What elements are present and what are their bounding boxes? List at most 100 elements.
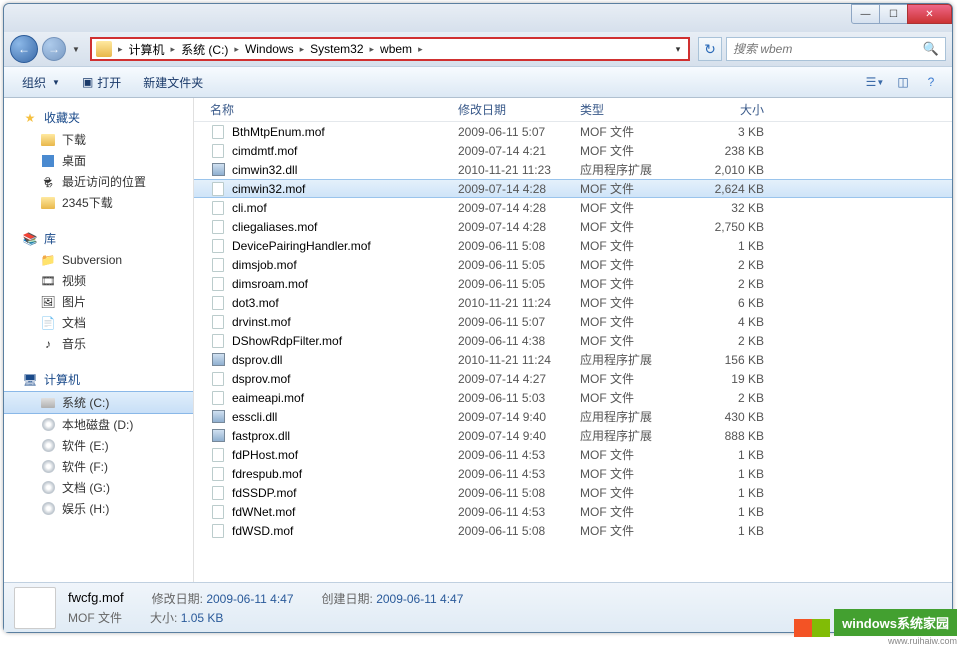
new-folder-button[interactable]: 新建文件夹 [133, 70, 213, 95]
file-row[interactable]: DShowRdpFilter.mof2009-06-11 4:38MOF 文件2… [194, 331, 952, 350]
close-button[interactable]: ✕ [907, 4, 952, 24]
sidebar-item-subversion[interactable]: 📁Subversion [4, 250, 193, 270]
file-icon [210, 390, 226, 406]
file-icon [210, 485, 226, 501]
sidebar-item-drive-g[interactable]: 文档 (G:) [4, 477, 193, 498]
address-dropdown-icon[interactable]: ▾ [670, 44, 686, 55]
file-row[interactable]: dimsroam.mof2009-06-11 5:05MOF 文件2 KB [194, 274, 952, 293]
file-date: 2009-07-14 4:28 [458, 182, 580, 196]
column-name[interactable]: 名称 [210, 101, 458, 118]
folder-icon [40, 195, 56, 211]
organize-button[interactable]: 组织▼ [12, 70, 70, 95]
search-icon[interactable]: 🔍 [923, 41, 939, 57]
crumb-c[interactable]: 系统 (C:) [177, 41, 232, 58]
sidebar-item-2345[interactable]: 2345下载 [4, 192, 193, 213]
sidebar-item-drive-c[interactable]: 系统 (C:) [4, 391, 193, 414]
file-row[interactable]: fdWSD.mof2009-06-11 5:08MOF 文件1 KB [194, 521, 952, 540]
view-options-button[interactable]: ☰ ▼ [862, 71, 888, 93]
address-bar[interactable]: ▸ 计算机 ▸ 系统 (C:) ▸ Windows ▸ System32 ▸ w… [90, 37, 690, 61]
crumb-sep-icon[interactable]: ▸ [116, 44, 125, 55]
file-row[interactable]: cimwin32.dll2010-11-21 11:23应用程序扩展2,010 … [194, 160, 952, 179]
file-icon [210, 181, 226, 197]
file-type: MOF 文件 [580, 142, 698, 159]
sidebar-item-desktop[interactable]: 桌面 [4, 150, 193, 171]
crumb-sep-icon[interactable]: ▸ [416, 44, 425, 55]
search-input[interactable] [733, 42, 923, 56]
nav-forward-button[interactable]: → [42, 37, 66, 61]
sidebar-item-recent[interactable]: 🕏最近访问的位置 [4, 171, 193, 192]
crumb-computer[interactable]: 计算机 [125, 41, 169, 58]
file-size: 430 KB [698, 410, 776, 424]
file-name: eaimeapi.mof [232, 391, 458, 405]
sidebar-item-videos[interactable]: 🎞视频 [4, 270, 193, 291]
sidebar-favorites-header[interactable]: ★收藏夹 [4, 106, 193, 129]
column-type[interactable]: 类型 [580, 101, 698, 118]
dll-icon [210, 428, 226, 444]
maximize-button[interactable]: ☐ [879, 4, 908, 24]
crumb-sep-icon[interactable]: ▸ [169, 44, 178, 55]
file-row[interactable]: cliegaliases.mof2009-07-14 4:28MOF 文件2,7… [194, 217, 952, 236]
sidebar-computer-header[interactable]: 🖥计算机 [4, 368, 193, 391]
crumb-sep-icon[interactable]: ▸ [232, 44, 241, 55]
preview-pane-button[interactable]: ◫ [890, 71, 916, 93]
sidebar-item-drive-h[interactable]: 娱乐 (H:) [4, 498, 193, 519]
file-date: 2009-07-14 4:28 [458, 220, 580, 234]
minimize-button[interactable]: — [851, 4, 880, 24]
file-row[interactable]: dimsjob.mof2009-06-11 5:05MOF 文件2 KB [194, 255, 952, 274]
sidebar-item-music[interactable]: ♪音乐 [4, 333, 193, 354]
details-filename: fwcfg.mof [68, 590, 124, 607]
file-row[interactable]: fdrespub.mof2009-06-11 4:53MOF 文件1 KB [194, 464, 952, 483]
file-row[interactable]: fdWNet.mof2009-06-11 4:53MOF 文件1 KB [194, 502, 952, 521]
file-type: 应用程序扩展 [580, 351, 698, 368]
file-name: DevicePairingHandler.mof [232, 239, 458, 253]
nav-history-dropdown[interactable]: ▼ [70, 39, 82, 59]
file-date: 2009-06-11 5:08 [458, 524, 580, 538]
sidebar-item-drive-d[interactable]: 本地磁盘 (D:) [4, 414, 193, 435]
file-size: 1 KB [698, 524, 776, 538]
sidebar-item-downloads[interactable]: 下载 [4, 129, 193, 150]
file-row[interactable]: fastprox.dll2009-07-14 9:40应用程序扩展888 KB [194, 426, 952, 445]
file-row[interactable]: drvinst.mof2009-06-11 5:07MOF 文件4 KB [194, 312, 952, 331]
file-row[interactable]: fdPHost.mof2009-06-11 4:53MOF 文件1 KB [194, 445, 952, 464]
file-row[interactable]: dot3.mof2010-11-21 11:24MOF 文件6 KB [194, 293, 952, 312]
sidebar-libraries-header[interactable]: 📚库 [4, 227, 193, 250]
drive-icon [40, 395, 56, 411]
file-row[interactable]: BthMtpEnum.mof2009-06-11 5:07MOF 文件3 KB [194, 122, 952, 141]
file-row[interactable]: cimwin32.mof2009-07-14 4:28MOF 文件2,624 K… [194, 179, 952, 198]
file-size: 2 KB [698, 334, 776, 348]
help-button[interactable]: ? [918, 71, 944, 93]
refresh-button[interactable]: ↻ [698, 37, 722, 61]
file-type: MOF 文件 [580, 370, 698, 387]
file-name: cimwin32.dll [232, 163, 458, 177]
file-row[interactable]: fdSSDP.mof2009-06-11 5:08MOF 文件1 KB [194, 483, 952, 502]
sidebar-item-documents[interactable]: 📄文档 [4, 312, 193, 333]
file-row[interactable]: esscli.dll2009-07-14 9:40应用程序扩展430 KB [194, 407, 952, 426]
dll-icon [210, 409, 226, 425]
file-type: MOF 文件 [580, 332, 698, 349]
column-size[interactable]: 大小 [698, 101, 776, 118]
star-icon: ★ [22, 110, 38, 126]
search-box[interactable]: 🔍 [726, 37, 946, 61]
column-date[interactable]: 修改日期 [458, 101, 580, 118]
file-name: cimwin32.mof [232, 182, 458, 196]
file-name: dimsjob.mof [232, 258, 458, 272]
crumb-windows[interactable]: Windows [241, 42, 298, 56]
file-row[interactable]: cli.mof2009-07-14 4:28MOF 文件32 KB [194, 198, 952, 217]
file-row[interactable]: dsprov.dll2010-11-21 11:24应用程序扩展156 KB [194, 350, 952, 369]
file-row[interactable]: dsprov.mof2009-07-14 4:27MOF 文件19 KB [194, 369, 952, 388]
file-row[interactable]: eaimeapi.mof2009-06-11 5:03MOF 文件2 KB [194, 388, 952, 407]
crumb-wbem[interactable]: wbem [376, 42, 416, 56]
crumb-system32[interactable]: System32 [306, 42, 367, 56]
sidebar-item-drive-f[interactable]: 软件 (F:) [4, 456, 193, 477]
open-button[interactable]: ▣打开 [72, 70, 131, 95]
sidebar-item-drive-e[interactable]: 软件 (E:) [4, 435, 193, 456]
file-row[interactable]: cimdmtf.mof2009-07-14 4:21MOF 文件238 KB [194, 141, 952, 160]
sidebar-item-pictures[interactable]: 🖼图片 [4, 291, 193, 312]
file-row[interactable]: DevicePairingHandler.mof2009-06-11 5:08M… [194, 236, 952, 255]
file-icon [210, 219, 226, 235]
crumb-sep-icon[interactable]: ▸ [368, 44, 377, 55]
crumb-sep-icon[interactable]: ▸ [298, 44, 307, 55]
file-date: 2009-06-11 5:05 [458, 277, 580, 291]
file-date: 2009-07-14 9:40 [458, 429, 580, 443]
nav-back-button[interactable]: ← [10, 35, 38, 63]
